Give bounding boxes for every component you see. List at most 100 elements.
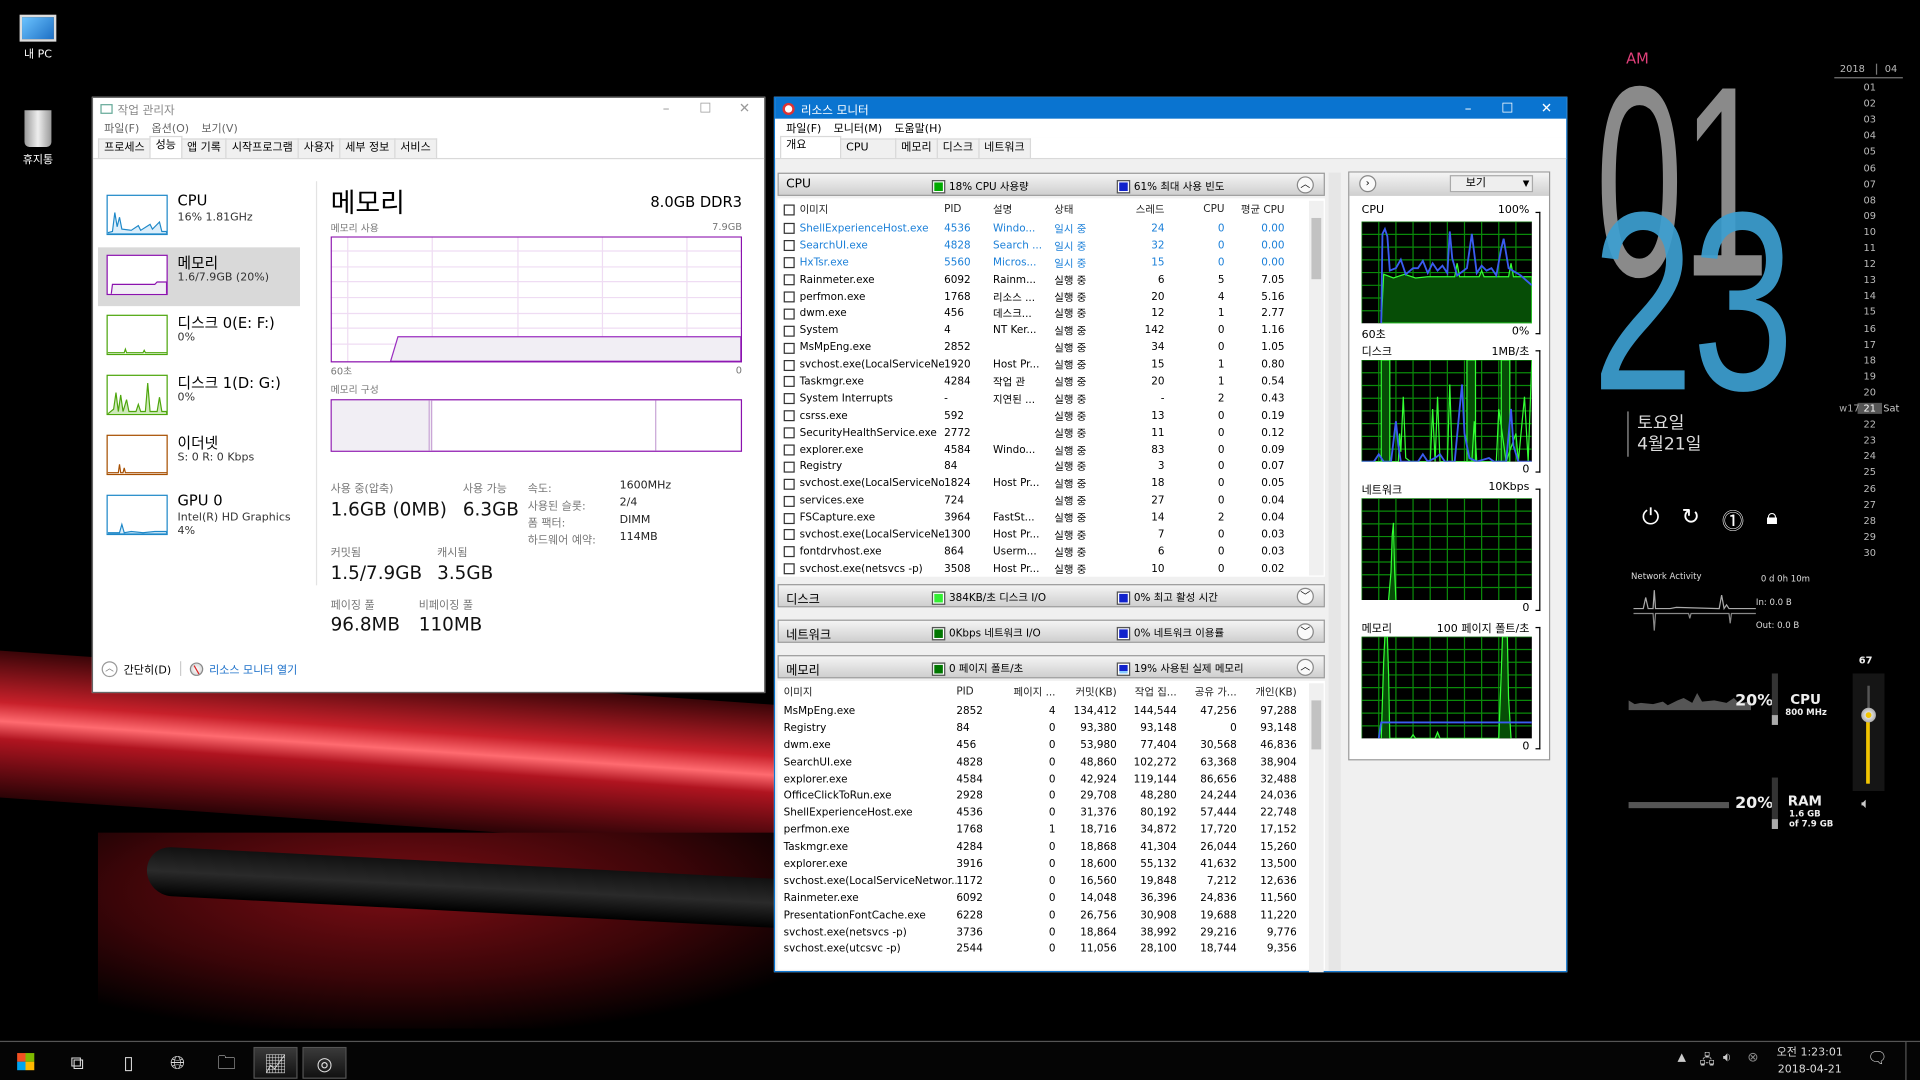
maximize-button[interactable]: ☐ xyxy=(686,98,725,119)
sidebar-item-1[interactable]: 메모리 1.6/7.9GB (20%) xyxy=(97,247,301,307)
speaker-icon[interactable]: 🔈︎ xyxy=(1861,795,1870,813)
column-header[interactable]: 작업 집... xyxy=(1120,684,1180,699)
memory-table-scrollbar[interactable] xyxy=(1308,683,1324,973)
table-row[interactable]: ShellExperienceHost.exe 4536 Windo... 일시 중 2… xyxy=(778,220,1325,237)
column-header[interactable]: 커밋(KB) xyxy=(1059,684,1120,699)
folder-icon[interactable]: 🗀 xyxy=(204,1047,248,1079)
table-row[interactable]: Taskmgr.exe 4284 작업 관 실행 중 20 1 0.54 xyxy=(778,373,1325,390)
column-header[interactable]: 이미지 xyxy=(778,684,957,699)
network-section-header[interactable]: 네트워크 0Kbps 네트워크 I/O 0% 네트워크 이용률 ﹀ xyxy=(777,619,1325,643)
tab-users[interactable]: 사용자 xyxy=(297,138,341,158)
right-pane-scrollbar[interactable] xyxy=(1551,172,1565,972)
row-checkbox[interactable] xyxy=(783,546,795,558)
cpu-table-scrollbar[interactable] xyxy=(1308,200,1324,576)
show-desktop-button[interactable] xyxy=(1905,1042,1917,1080)
table-row[interactable]: System 4 NT Ker... 실행 중 142 0 1.16 xyxy=(778,322,1325,339)
table-row[interactable]: Registry 84 실행 중 3 0 0.07 xyxy=(778,459,1325,476)
table-row[interactable]: HxTsr.exe 5560 Micros... 일시 중 15 0 0.00 xyxy=(778,254,1325,271)
table-row[interactable]: svchost.exe(netsvcs -p) 3736 0 18,864 38,992… xyxy=(778,924,1325,941)
table-row[interactable]: SecurityHealthService.exe 2772 실행 중 11 0 0.12 xyxy=(778,425,1325,442)
menu-help[interactable]: 도움말(H) xyxy=(888,120,948,136)
row-checkbox[interactable] xyxy=(783,308,795,320)
tab-details[interactable]: 세부 정보 xyxy=(339,138,396,158)
row-checkbox[interactable] xyxy=(783,393,795,405)
task-view-icon[interactable]: ⧉ xyxy=(55,1047,99,1079)
table-row[interactable]: SearchUI.exe 4828 0 48,860 102,272 63,368 38,9… xyxy=(778,754,1325,771)
table-row[interactable]: FSCapture.exe 3964 FastSt... 실행 중 14 2 0.04 xyxy=(778,510,1325,527)
table-row[interactable]: Rainmeter.exe 6092 Rainm... 실행 중 6 5 7.05 xyxy=(778,271,1325,288)
chevron-down-icon[interactable]: ﹀ xyxy=(1296,587,1314,605)
column-header[interactable]: 상태 xyxy=(1054,202,1103,216)
column-header[interactable]: 개인(KB) xyxy=(1240,684,1300,699)
network-icon[interactable]: 🖧 xyxy=(1700,1049,1715,1072)
table-row[interactable]: svchost.exe(LocalServiceNoN...1824 Host P… xyxy=(778,476,1325,493)
column-header[interactable]: 평균 CPU xyxy=(1228,202,1288,216)
power-icon[interactable]: ⏻ xyxy=(1642,504,1659,536)
globe-icon[interactable]: 🌐︎ xyxy=(156,1047,200,1079)
row-checkbox[interactable] xyxy=(783,563,795,575)
column-header[interactable]: CPU xyxy=(1168,203,1228,215)
table-row[interactable]: ShellExperienceHost.exe 4536 0 31,376 80,192… xyxy=(778,805,1325,822)
chevron-up-icon[interactable]: ︿ xyxy=(1296,658,1314,676)
row-checkbox[interactable] xyxy=(783,376,795,388)
tab-memory[interactable]: 메모리 xyxy=(895,138,938,158)
table-row[interactable]: services.exe 724 실행 중 27 0 0.04 xyxy=(778,493,1325,510)
table-row[interactable]: fontdrvhost.exe 864 Userm... 실행 중 6 0 0.03 xyxy=(778,544,1325,561)
cpu-section-header[interactable]: CPU 18% CPU 사용량 61% 최대 사용 빈도 ︿ xyxy=(777,172,1325,196)
column-header[interactable]: 이미지 xyxy=(800,202,944,216)
column-header[interactable]: 공유 가... xyxy=(1180,684,1240,699)
row-checkbox[interactable] xyxy=(783,495,795,507)
fewer-details-button[interactable]: ︿ 간단히(D) xyxy=(101,660,171,677)
desktop-icon-my-pc[interactable]: 내 PC xyxy=(7,10,68,61)
volume-knob[interactable] xyxy=(1861,707,1876,723)
row-checkbox[interactable] xyxy=(783,342,795,354)
table-row[interactable]: Rainmeter.exe 6092 0 14,048 36,396 24,836 11,5… xyxy=(778,890,1325,907)
notification-icon[interactable]: 🗨︎ xyxy=(1867,1049,1887,1067)
sidebar-item-3[interactable]: 디스크 1(D: G:) 0% xyxy=(98,367,300,426)
column-header[interactable]: PID xyxy=(956,686,1005,698)
table-row[interactable]: PresentationFontCache.exe 6228 0 26,756 30,9… xyxy=(778,907,1325,924)
menu-options[interactable]: 옵션(O) xyxy=(145,120,195,136)
row-checkbox[interactable] xyxy=(783,240,795,252)
table-row[interactable]: Taskmgr.exe 4284 0 18,868 41,304 26,044 15,260 xyxy=(778,839,1325,856)
taskbar-resource-monitor[interactable]: ◎ xyxy=(302,1046,347,1079)
menu-monitor[interactable]: 모니터(M) xyxy=(827,120,888,136)
table-row[interactable]: System Interrupts - 지연된 ... 실행 중 - 2 0.43 xyxy=(778,390,1325,407)
select-all-checkbox[interactable] xyxy=(783,203,795,215)
error-icon[interactable]: ⊗ xyxy=(1747,1049,1758,1065)
tab-disk[interactable]: 디스크 xyxy=(936,138,980,158)
lock-icon[interactable]: 🔒︎ xyxy=(1766,504,1778,536)
shutdown-icon[interactable]: ⓵ xyxy=(1722,504,1744,536)
memory-section-header[interactable]: 메모리 0 페이지 폴트/초 19% 사용된 실제 메모리 ︿ xyxy=(777,655,1325,679)
row-checkbox[interactable] xyxy=(783,274,795,286)
computer-icon[interactable]: ▯ xyxy=(107,1047,151,1079)
minimize-button[interactable]: – xyxy=(1449,98,1488,119)
table-row[interactable]: SearchUI.exe 4828 Search ... 일시 중 32 0 0.00 xyxy=(778,237,1325,254)
row-checkbox[interactable] xyxy=(783,223,795,235)
sidebar-item-4[interactable]: 이더넷 S: 0 R: 0 Kbps xyxy=(98,427,300,486)
table-row[interactable]: explorer.exe 3916 0 18,600 55,132 41,632 13,50… xyxy=(778,856,1325,873)
row-checkbox[interactable] xyxy=(783,461,795,473)
row-checkbox[interactable] xyxy=(783,427,795,439)
table-row[interactable]: svchost.exe(LocalServiceNetwor... 1172 0 16… xyxy=(778,873,1325,890)
table-row[interactable]: explorer.exe 4584 0 42,924 119,144 86,656 32,4… xyxy=(778,771,1325,788)
table-row[interactable]: MsMpEng.exe 2852 실행 중 34 0 1.05 xyxy=(778,339,1325,356)
column-header[interactable]: PID xyxy=(944,203,993,215)
row-checkbox[interactable] xyxy=(783,325,795,337)
table-row[interactable]: perfmon.exe 1768 리소스 ... 실행 중 20 4 5.16 xyxy=(778,288,1325,305)
table-row[interactable]: Registry 84 0 93,380 93,148 0 93,148 xyxy=(778,720,1325,737)
close-button[interactable]: ✕ xyxy=(1527,98,1566,119)
table-row[interactable]: dwm.exe 456 데스크... 실행 중 12 1 2.77 xyxy=(778,305,1325,322)
table-row[interactable]: OfficeClickToRun.exe 2928 0 29,708 48,280 24,… xyxy=(778,788,1325,805)
tab-services[interactable]: 서비스 xyxy=(394,138,437,158)
row-checkbox[interactable] xyxy=(783,444,795,456)
volume-icon[interactable]: 🔉︎ xyxy=(1723,1049,1731,1066)
table-row[interactable]: svchost.exe(netsvcs -p) 3508 Host Pr... 실행 … xyxy=(778,561,1325,577)
menu-file[interactable]: 파일(F) xyxy=(98,120,145,136)
table-row[interactable]: MsMpEng.exe 2852 4 134,412 144,544 47,256 97,2… xyxy=(778,703,1325,720)
table-row[interactable]: svchost.exe(LocalServiceNet... 1300 Host P… xyxy=(778,527,1325,544)
volume-slider[interactable] xyxy=(1852,673,1885,792)
column-header[interactable]: 페이지 ... xyxy=(1005,684,1059,699)
table-row[interactable]: explorer.exe 4584 Windo... 실행 중 83 0 0.09 xyxy=(778,442,1325,459)
table-row[interactable]: svchost.exe(LocalServiceNet... 1920 Host P… xyxy=(778,356,1325,373)
